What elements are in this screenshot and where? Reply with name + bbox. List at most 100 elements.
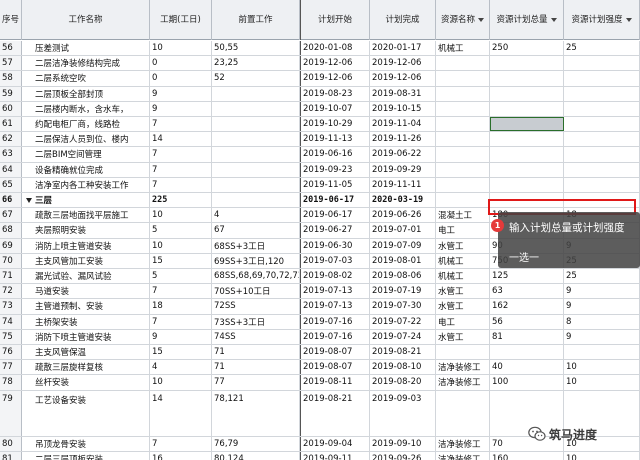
- table-row[interactable]: 57 二层洁净装修结构完成 0 23,25 2019-12-06 2019-12-06: [0, 56, 640, 72]
- cell-start[interactable]: 2019-08-11: [300, 375, 370, 390]
- cell-int[interactable]: 10: [564, 375, 640, 390]
- table-row[interactable]: 77 疏散三层旋样复核 4 71 2019-08-07 2019-08-10 洁净装修工 40…: [0, 360, 640, 376]
- cell-end[interactable]: 2019-07-24: [370, 329, 436, 344]
- cell-pre[interactable]: 69SS+3工日,120: [212, 253, 300, 268]
- cell-res[interactable]: 水管工: [436, 284, 490, 299]
- cell-res[interactable]: 电工: [436, 314, 490, 329]
- cell-pre[interactable]: [212, 101, 300, 116]
- cell-res[interactable]: 机械工: [436, 41, 490, 56]
- cell-pre[interactable]: [212, 162, 300, 177]
- cell-end[interactable]: 2019-11-11: [370, 177, 436, 192]
- cell-end[interactable]: 2019-07-01: [370, 223, 436, 238]
- cell-pre[interactable]: 68SS+3工日: [212, 238, 300, 253]
- table-row[interactable]: 65 洁净室内各工种安装工作 7 2019-11-05 2019-11-11: [0, 177, 640, 193]
- cell-name[interactable]: 二层BIM空间管理: [22, 147, 150, 162]
- cell-dur[interactable]: 7: [150, 162, 212, 177]
- cell-end[interactable]: 2019-12-06: [370, 56, 436, 71]
- table-row[interactable]: 66 三层 225 2019-06-17 2020-03-19: [0, 193, 640, 209]
- cell-end[interactable]: 2019-11-04: [370, 117, 436, 132]
- cell-int[interactable]: [564, 56, 640, 71]
- cell-start[interactable]: 2019-09-04: [300, 436, 370, 451]
- cell-res[interactable]: 机械工: [436, 253, 490, 268]
- cell-int[interactable]: [564, 193, 640, 208]
- cell-name[interactable]: 工艺设备安装: [22, 390, 150, 436]
- cell-qty[interactable]: [490, 86, 564, 101]
- cell-int[interactable]: 9: [564, 284, 640, 299]
- cell-start[interactable]: 2019-11-05: [300, 177, 370, 192]
- cell-name[interactable]: 漏光试验、漏风试验: [22, 269, 150, 284]
- cell-start[interactable]: 2019-08-23: [300, 86, 370, 101]
- cell-pre[interactable]: [212, 86, 300, 101]
- column-header-id[interactable]: 序号: [0, 0, 22, 40]
- cell-dur[interactable]: 14: [150, 390, 212, 436]
- cell-start[interactable]: 2019-09-23: [300, 162, 370, 177]
- cell-res[interactable]: [436, 56, 490, 71]
- table-row[interactable]: 56 压差测试 10 50,55 2020-01-08 2020-01-17 机械工 250 2…: [0, 41, 640, 57]
- cell-dur[interactable]: 9: [150, 329, 212, 344]
- cell-res[interactable]: [436, 345, 490, 360]
- table-row[interactable]: 74 主桥架安装 7 73SS+3工日 2019-07-16 2019-07-22 电工 56…: [0, 314, 640, 330]
- cell-start[interactable]: 2019-06-27: [300, 223, 370, 238]
- filter-dropdown-icon[interactable]: [478, 17, 484, 22]
- cell-int[interactable]: [564, 162, 640, 177]
- cell-int[interactable]: [564, 86, 640, 101]
- cell-res[interactable]: 水管工: [436, 238, 490, 253]
- column-header-name[interactable]: 工作名称: [22, 0, 150, 40]
- cell-pre[interactable]: 76,79: [212, 436, 300, 451]
- cell-int[interactable]: [564, 71, 640, 86]
- cell-name[interactable]: 主管道预制、安装: [22, 299, 150, 314]
- cell-start[interactable]: 2019-07-16: [300, 314, 370, 329]
- cell-dur[interactable]: 7: [150, 147, 212, 162]
- cell-pre[interactable]: 77: [212, 375, 300, 390]
- cell-pre[interactable]: 23,25: [212, 56, 300, 71]
- cell-start[interactable]: 2019-06-30: [300, 238, 370, 253]
- cell-int[interactable]: 10: [564, 360, 640, 375]
- cell-dur[interactable]: 0: [150, 56, 212, 71]
- cell-name[interactable]: 主支风管加工安装: [22, 253, 150, 268]
- cell-res[interactable]: [436, 101, 490, 116]
- cell-start[interactable]: 2019-08-07: [300, 345, 370, 360]
- cell-name[interactable]: 设备精确就位完成: [22, 162, 150, 177]
- cell-qty[interactable]: [490, 101, 564, 116]
- cell-start[interactable]: 2019-07-03: [300, 253, 370, 268]
- cell-name[interactable]: 二层系统空吹: [22, 71, 150, 86]
- cell-end[interactable]: 2019-08-06: [370, 269, 436, 284]
- cell-start[interactable]: 2019-10-07: [300, 101, 370, 116]
- cell-name[interactable]: 三层: [22, 193, 150, 208]
- cell-end[interactable]: 2019-07-09: [370, 238, 436, 253]
- cell-qty[interactable]: [490, 345, 564, 360]
- cell-end[interactable]: 2019-09-29: [370, 162, 436, 177]
- cell-res[interactable]: [436, 132, 490, 147]
- cell-qty[interactable]: 40: [490, 360, 564, 375]
- cell-end[interactable]: 2019-08-31: [370, 86, 436, 101]
- table-row[interactable]: 76 主支风管保温 15 71 2019-08-07 2019-08-21: [0, 345, 640, 361]
- cell-qty[interactable]: [490, 147, 564, 162]
- cell-qty[interactable]: [490, 193, 564, 208]
- cell-res[interactable]: 洁净装修工: [436, 451, 490, 460]
- cell-qty[interactable]: 63: [490, 284, 564, 299]
- cell-start[interactable]: 2019-07-13: [300, 284, 370, 299]
- cell-end[interactable]: 2019-06-26: [370, 208, 436, 223]
- cell-end[interactable]: 2019-06-22: [370, 147, 436, 162]
- cell-start[interactable]: 2019-06-16: [300, 147, 370, 162]
- cell-qty[interactable]: [490, 162, 564, 177]
- filter-dropdown-icon[interactable]: [550, 17, 557, 22]
- cell-qty[interactable]: 160: [490, 451, 564, 460]
- cell-dur[interactable]: 14: [150, 132, 212, 147]
- cell-dur[interactable]: 9: [150, 86, 212, 101]
- cell-name[interactable]: 疏散三层地面找平层施工: [22, 208, 150, 223]
- cell-dur[interactable]: 7: [150, 117, 212, 132]
- cell-name[interactable]: 压差测试: [22, 41, 150, 56]
- cell-start[interactable]: 2019-12-06: [300, 71, 370, 86]
- cell-name[interactable]: 二层顶板全部封顶: [22, 86, 150, 101]
- cell-end[interactable]: 2019-09-03: [370, 390, 436, 436]
- cell-qty[interactable]: [490, 71, 564, 86]
- cell-name[interactable]: 夹层照明安装: [22, 223, 150, 238]
- column-header-dur[interactable]: 工期(工日): [150, 0, 212, 40]
- cell-start[interactable]: 2019-07-16: [300, 329, 370, 344]
- cell-res[interactable]: 混凝土工: [436, 208, 490, 223]
- cell-name[interactable]: 二层三层顶板安装: [22, 451, 150, 460]
- cell-end[interactable]: 2019-09-10: [370, 436, 436, 451]
- cell-pre[interactable]: 70SS+10工日: [212, 284, 300, 299]
- cell-pre[interactable]: 4: [212, 208, 300, 223]
